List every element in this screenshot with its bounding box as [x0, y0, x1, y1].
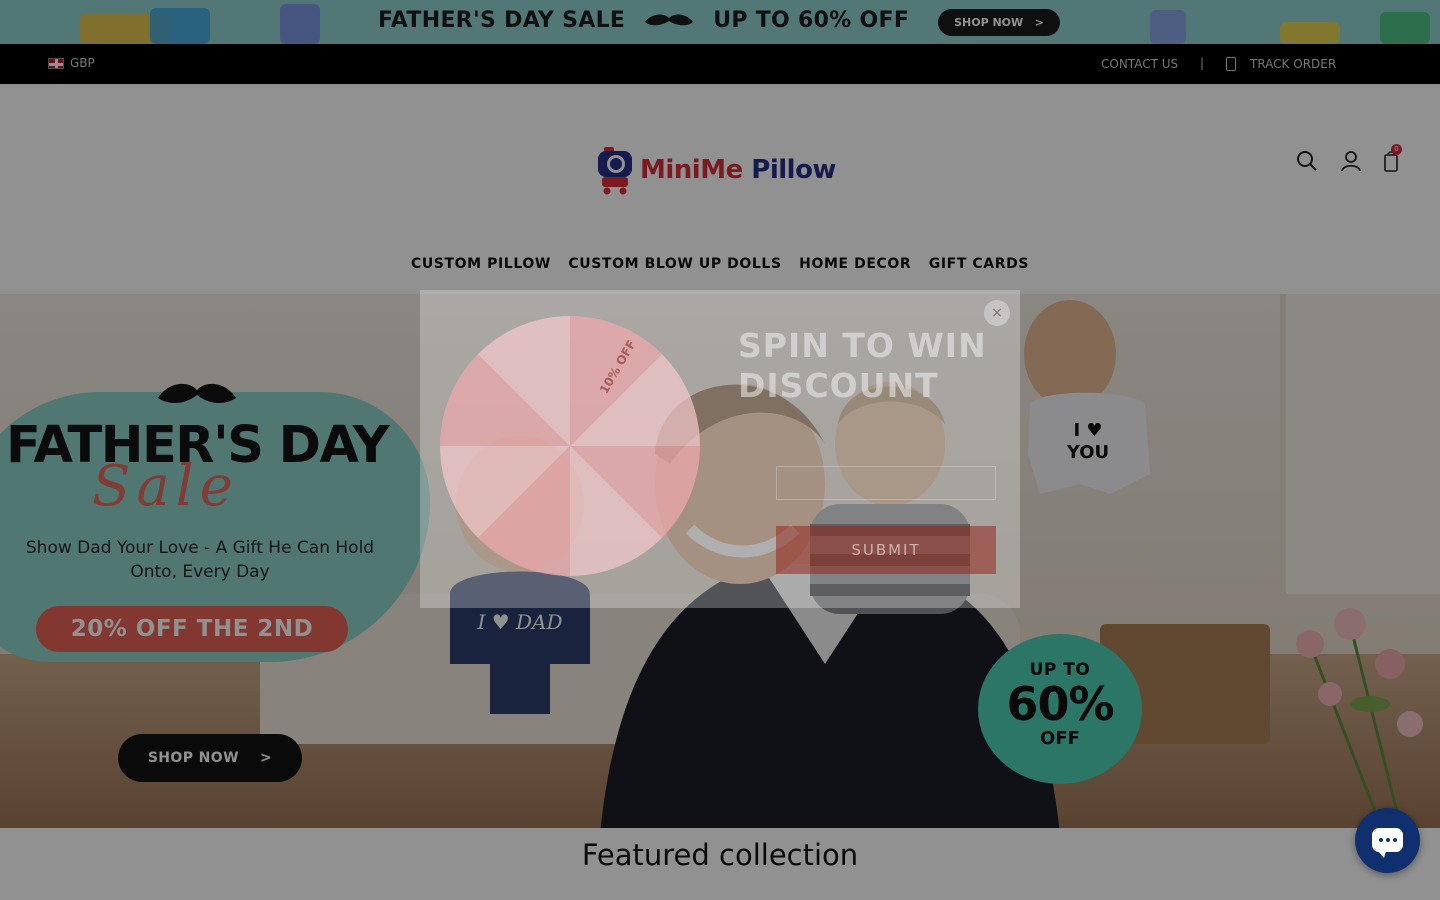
submit-button[interactable]: SUBMIT [776, 526, 996, 574]
close-icon[interactable]: × [984, 300, 1010, 326]
popup-title-line1: SPIN TO WIN [738, 326, 987, 365]
chat-bubble-icon [1372, 828, 1403, 858]
popup-title-line2: DISCOUNT [738, 366, 939, 405]
spin-to-win-popup: 10% OFF SPIN TO WIN DISCOUNT SUBMIT × [420, 290, 1020, 608]
spin-wheel [440, 316, 700, 576]
chat-widget-button[interactable] [1355, 808, 1420, 873]
popup-title: SPIN TO WIN DISCOUNT [738, 326, 987, 406]
email-input[interactable] [776, 466, 996, 500]
